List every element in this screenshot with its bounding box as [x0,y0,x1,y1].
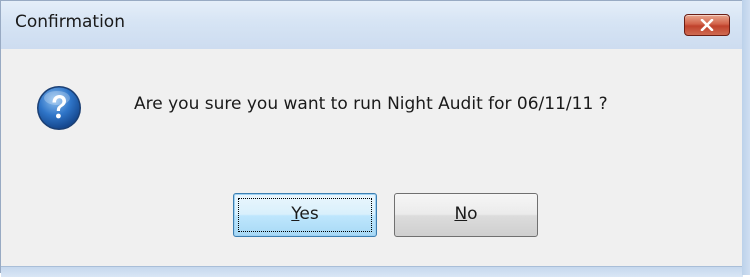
no-button-label: No [454,204,478,224]
window-title: Confirmation [15,12,125,32]
focus-ring [238,198,372,232]
confirmation-message: Are you sure you want to run Night Audit… [134,94,608,114]
yes-button[interactable]: Yes [233,193,377,237]
window-bottom-border [1,266,743,277]
confirmation-dialog: Confirmation Are you sure you want to ru… [0,0,749,277]
title-bar[interactable]: Confirmation [1,1,749,49]
close-button[interactable] [684,14,730,36]
close-icon [700,19,714,31]
no-button[interactable]: No [394,193,538,237]
window-right-border [742,0,750,275]
question-icon [37,86,81,130]
